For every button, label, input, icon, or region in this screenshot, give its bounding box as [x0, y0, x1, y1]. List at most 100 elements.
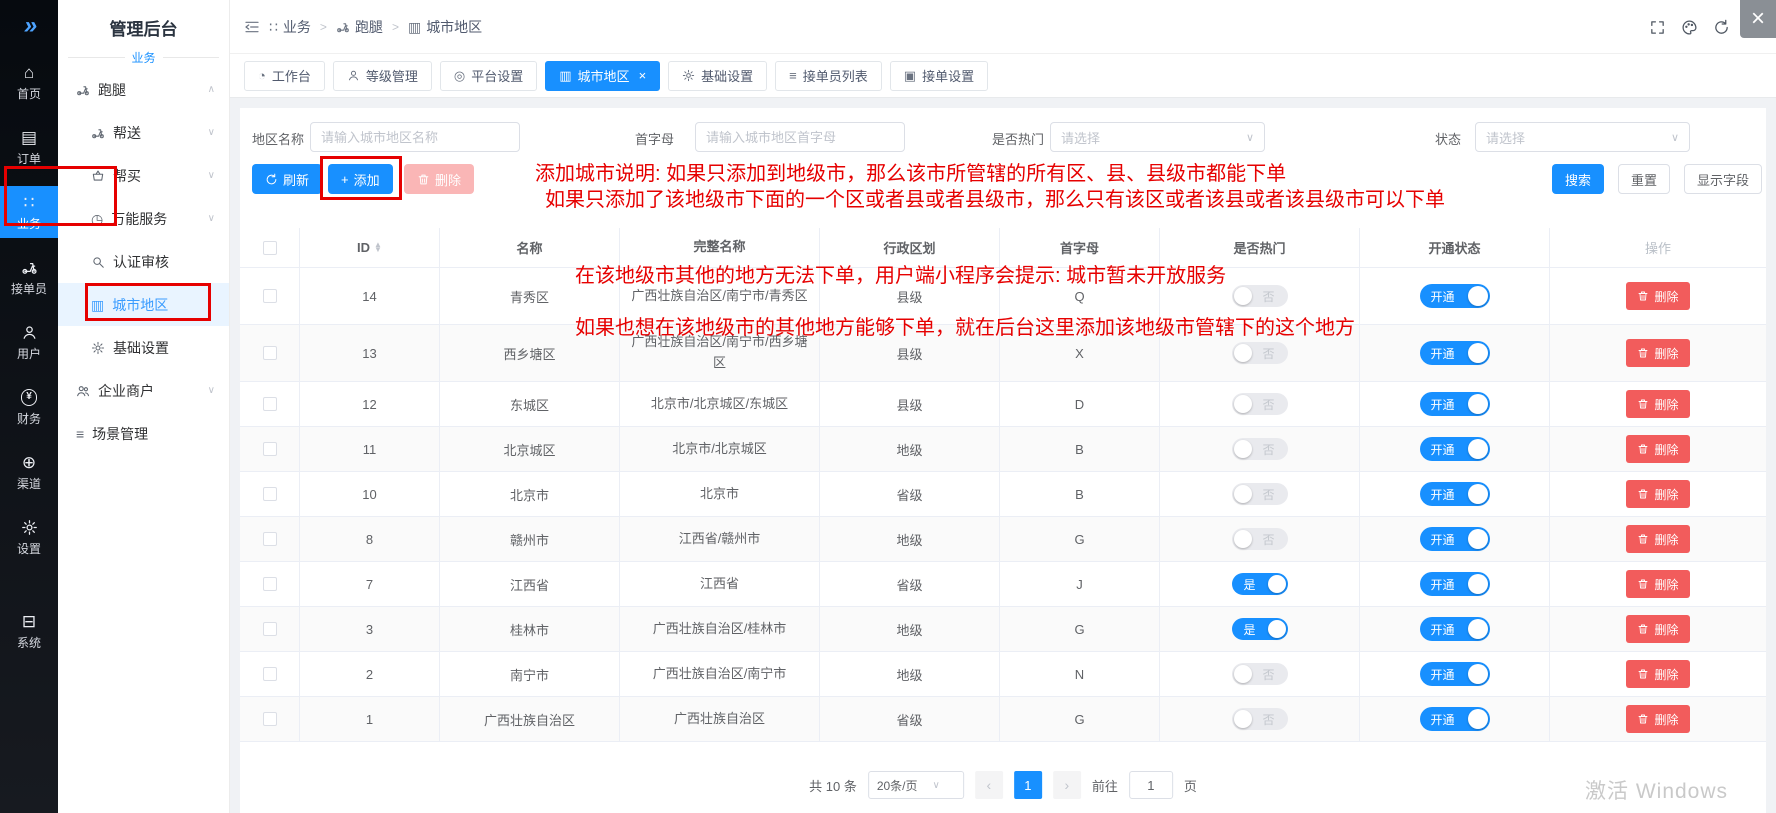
sidebar-item-jichu[interactable]: 基础设置	[58, 326, 229, 369]
hot-toggle[interactable]: 否	[1232, 483, 1288, 505]
row-checkbox[interactable]	[263, 667, 277, 681]
status-toggle[interactable]: 开通	[1420, 617, 1490, 641]
hot-toggle[interactable]: 否	[1232, 663, 1288, 685]
row-delete-button[interactable]: 删除	[1626, 339, 1689, 367]
sidebar-item-changjing[interactable]: ≡场景管理	[58, 412, 229, 455]
close-icon[interactable]: ×	[1740, 0, 1776, 38]
row-delete-button[interactable]: 删除	[1626, 615, 1689, 643]
tab-level[interactable]: 等级管理	[333, 61, 432, 91]
select-all-checkbox[interactable]	[263, 241, 277, 255]
current-page-button[interactable]: 1	[1014, 771, 1042, 799]
sidebar-item-bangmai[interactable]: 帮买∨	[58, 154, 229, 197]
sort-icon[interactable]: ▲▼	[374, 243, 382, 252]
hot-toggle[interactable]: 否	[1232, 708, 1288, 730]
display-fields-button[interactable]: 显示字段	[1684, 164, 1762, 194]
hot-toggle[interactable]: 是	[1232, 573, 1288, 595]
search-button[interactable]: 搜索	[1552, 164, 1604, 194]
refresh-button[interactable]: 刷新	[252, 164, 322, 194]
hot-toggle[interactable]: 否	[1232, 528, 1288, 550]
cell-division: 县级	[820, 382, 1000, 426]
tab-courier-list[interactable]: ≡接单员列表	[775, 61, 882, 91]
row-delete-button[interactable]: 删除	[1626, 282, 1689, 310]
region-name-input[interactable]	[310, 122, 520, 152]
status-toggle[interactable]: 开通	[1420, 662, 1490, 686]
breadcrumb-item[interactable]: ∷业务	[269, 17, 311, 37]
row-checkbox[interactable]	[263, 442, 277, 456]
status-toggle[interactable]: 开通	[1420, 284, 1490, 308]
row-checkbox[interactable]	[263, 622, 277, 636]
rail-item-system[interactable]: ⊟系统	[0, 605, 58, 657]
rail-item-finance[interactable]: ¥财务	[0, 381, 58, 433]
sidebar-item-city-region[interactable]: ▥城市地区	[58, 283, 229, 326]
hot-toggle[interactable]: 否	[1232, 342, 1288, 364]
status-select[interactable]: 请选择 ∨	[1475, 122, 1690, 152]
breadcrumb-item[interactable]: 跑腿	[336, 17, 383, 37]
row-delete-button[interactable]: 删除	[1626, 705, 1689, 733]
rail-item-settings[interactable]: 设置	[0, 511, 58, 563]
rail-item-channels[interactable]: ⊕渠道	[0, 446, 58, 498]
tab-basic[interactable]: 基础设置	[668, 61, 767, 91]
sidebar-item-qiye[interactable]: 企业商户∨	[58, 369, 229, 412]
trash-icon	[1637, 623, 1649, 635]
tab-workbench[interactable]: ◔工作台	[244, 61, 325, 91]
prev-page-button[interactable]: ‹	[975, 771, 1003, 799]
breadcrumb-item[interactable]: ▥城市地区	[408, 17, 482, 37]
theme-palette-icon[interactable]	[1681, 19, 1698, 36]
hot-toggle[interactable]: 否	[1232, 285, 1288, 307]
row-delete-button[interactable]: 删除	[1626, 660, 1689, 688]
top-bar: ∷业务>跑腿>▥城市地区	[230, 0, 1776, 54]
app-logo[interactable]: »	[0, 12, 58, 40]
tab-platform[interactable]: ◎平台设置	[440, 61, 537, 91]
status-toggle[interactable]: 开通	[1420, 707, 1490, 731]
hot-toggle[interactable]: 否	[1232, 438, 1288, 460]
row-delete-button[interactable]: 删除	[1626, 570, 1689, 598]
add-button[interactable]: + 添加	[328, 164, 393, 194]
sidebar-item-paotui[interactable]: 跑腿∧	[58, 68, 229, 111]
row-checkbox[interactable]	[263, 289, 277, 303]
rail-item-couriers[interactable]: 接单员	[0, 251, 58, 303]
status-toggle[interactable]: 开通	[1420, 527, 1490, 551]
collapse-sidebar-icon[interactable]	[244, 19, 260, 35]
row-checkbox[interactable]	[263, 346, 277, 360]
goto-page-input[interactable]	[1129, 771, 1173, 799]
fullscreen-icon[interactable]	[1649, 19, 1666, 36]
cell-division: 省级	[820, 697, 1000, 741]
hot-toggle[interactable]: 否	[1232, 393, 1288, 415]
table-row: 1广西壮族自治区广西壮族自治区省级G否开通删除	[240, 697, 1766, 742]
next-page-button[interactable]: ›	[1053, 771, 1081, 799]
page-size-select[interactable]: 20条/页 ∨	[868, 771, 964, 799]
status-toggle[interactable]: 开通	[1420, 572, 1490, 596]
status-toggle[interactable]: 开通	[1420, 341, 1490, 365]
tab-order-settings[interactable]: ▣接单设置	[890, 61, 988, 91]
reset-button[interactable]: 重置	[1618, 164, 1670, 194]
row-checkbox[interactable]	[263, 532, 277, 546]
status-toggle[interactable]: 开通	[1420, 482, 1490, 506]
hot-toggle[interactable]: 是	[1232, 618, 1288, 640]
rail-item-business[interactable]: ∷业务	[0, 186, 58, 238]
rail-item-orders[interactable]: ▤订单	[0, 121, 58, 173]
row-checkbox[interactable]	[263, 487, 277, 501]
row-checkbox[interactable]	[263, 577, 277, 591]
sidebar-item-wanneng[interactable]: ◷万能服务∨	[58, 197, 229, 240]
tab-close-icon[interactable]: ×	[639, 68, 647, 83]
status-toggle[interactable]: 开通	[1420, 392, 1490, 416]
refresh-page-icon[interactable]	[1713, 19, 1730, 36]
delete-button-disabled[interactable]: 删除	[404, 164, 474, 194]
sidebar-item-bangsong[interactable]: 帮送∨	[58, 111, 229, 154]
tab-city-region[interactable]: ▥城市地区×	[545, 61, 660, 91]
row-delete-button[interactable]: 删除	[1626, 435, 1689, 463]
tab-label: 接单设置	[922, 66, 974, 85]
row-delete-button[interactable]: 删除	[1626, 525, 1689, 553]
annotation-note-4: 如果也想在该地级市的其他地方能够下单，就在后台这里添加该地级市管辖下的这个地方	[575, 311, 1355, 340]
row-checkbox[interactable]	[263, 712, 277, 726]
row-delete-button[interactable]: 删除	[1626, 480, 1689, 508]
rail-item-users[interactable]: 用户	[0, 316, 58, 368]
sidebar-item-renzheng[interactable]: 认证审核	[58, 240, 229, 283]
row-checkbox[interactable]	[263, 397, 277, 411]
status-toggle[interactable]: 开通	[1420, 437, 1490, 461]
tab-bar: ◔工作台等级管理 ◎平台设置 ▥城市地区× 基础设置 ≡接单员列表 ▣接单设置	[230, 54, 1776, 98]
initial-letter-input[interactable]	[695, 122, 905, 152]
hot-select[interactable]: 请选择 ∨	[1050, 122, 1265, 152]
rail-item-home[interactable]: ⌂首页	[0, 56, 58, 108]
row-delete-button[interactable]: 删除	[1626, 390, 1689, 418]
